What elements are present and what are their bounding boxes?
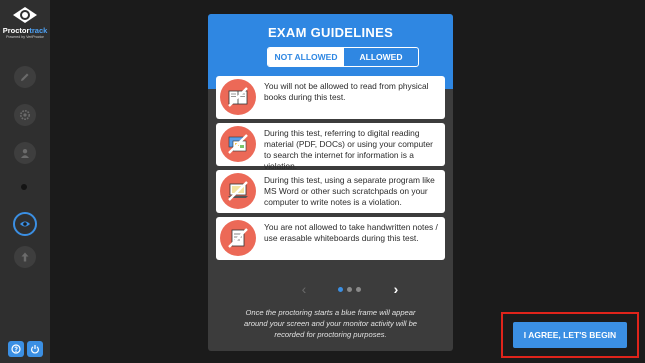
- guideline-text: During this test, referring to digital r…: [264, 128, 433, 171]
- chevron-left-icon[interactable]: ‹: [298, 281, 310, 297]
- guidelines-toggle: NOT ALLOWED ALLOWED: [267, 47, 419, 67]
- exam-guidelines-modal: EXAM GUIDELINES NOT ALLOWED ALLOWED You …: [208, 14, 453, 351]
- eye-step-icon[interactable]: [13, 212, 37, 236]
- guideline-text: You will not be allowed to read from phy…: [264, 81, 429, 102]
- power-icon[interactable]: [27, 341, 43, 357]
- user-icon[interactable]: [14, 142, 36, 164]
- page-dot[interactable]: [347, 287, 352, 292]
- guideline-card: During this test, using a separate progr…: [216, 170, 445, 213]
- agree-begin-button[interactable]: I AGREE, LET'S BEGIN: [513, 322, 627, 348]
- eye-logo-icon: [13, 7, 37, 23]
- page-dot-active[interactable]: [338, 287, 343, 292]
- page-dot[interactable]: [356, 287, 361, 292]
- brand-tagline: Powered by VeriProctor: [6, 35, 44, 39]
- guideline-card: During this test, referring to digital r…: [216, 123, 445, 171]
- tab-not-allowed[interactable]: NOT ALLOWED: [268, 48, 344, 66]
- guideline-text: You are not allowed to take handwritten …: [264, 222, 438, 243]
- proctoring-note: Once the proctoring starts a blue frame …: [243, 308, 418, 339]
- pencil-icon[interactable]: [14, 66, 36, 88]
- handwritten-notes-icon: [220, 220, 256, 256]
- book-icon: [220, 79, 256, 115]
- modal-title: EXAM GUIDELINES: [267, 25, 394, 40]
- tab-allowed[interactable]: ALLOWED: [344, 48, 418, 66]
- settings-gear-icon[interactable]: [14, 104, 36, 126]
- upload-icon[interactable]: [14, 246, 36, 268]
- laptop-icon: [220, 173, 256, 209]
- help-icon[interactable]: [8, 341, 24, 357]
- chevron-right-icon[interactable]: ›: [390, 281, 402, 297]
- carousel-pager: ‹ ›: [208, 281, 453, 297]
- step-dot: [21, 184, 27, 190]
- guideline-card: You are not allowed to take handwritten …: [216, 217, 445, 260]
- proctortrack-logo: Proctortrack Powered by VeriProctor: [0, 4, 50, 40]
- brand-name: Proctortrack: [2, 26, 48, 35]
- guideline-card: You will not be allowed to read from phy…: [216, 76, 445, 119]
- digital-material-icon: [220, 126, 256, 162]
- sidebar: Proctortrack Powered by VeriProctor: [0, 0, 50, 363]
- guideline-text: During this test, using a separate progr…: [264, 175, 435, 207]
